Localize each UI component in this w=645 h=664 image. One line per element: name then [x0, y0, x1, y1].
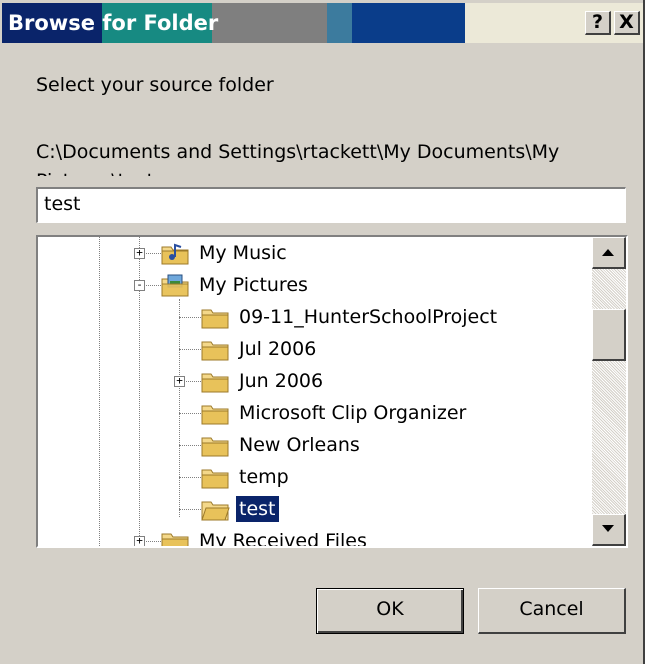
tree-item-microsoft-clip-organizer[interactable]: Microsoft Clip Organizer — [200, 398, 469, 428]
folder-icon — [160, 528, 190, 546]
tree-item-label-selected: test — [235, 495, 280, 523]
open-folder-icon — [200, 496, 230, 522]
selected-path-label: C:\Documents and Settings\rtackett\My Do… — [36, 141, 560, 176]
window-title: Browse for Folder — [8, 10, 218, 36]
arrow-up-icon — [602, 249, 614, 256]
tree-item-09-11-hunterschoolproject[interactable]: 09-11_HunterSchoolProject — [200, 302, 500, 332]
close-button[interactable]: X — [614, 11, 640, 35]
tree-item-label: temp — [239, 466, 289, 488]
tree-item-my-music[interactable]: My Music — [160, 238, 290, 268]
cancel-button[interactable]: Cancel — [478, 588, 626, 634]
tree-item-label: Microsoft Clip Organizer — [239, 402, 467, 424]
window-title-part1: Browse — [8, 11, 103, 35]
prompt-label: Select your source folder — [36, 74, 274, 96]
folder-tree[interactable]: + - + + My Music My Pictures 09-11_Hunte… — [36, 235, 628, 548]
tree-item-label: Jun 2006 — [239, 370, 324, 392]
scroll-thumb[interactable] — [592, 309, 626, 361]
folder-icon — [200, 464, 230, 490]
tree-item-new-orleans[interactable]: New Orleans — [200, 430, 363, 460]
folder-icon — [200, 336, 230, 362]
scroll-down-button[interactable] — [592, 514, 626, 546]
pictures-folder-icon — [160, 272, 190, 298]
tree-item-my-pictures[interactable]: My Pictures — [160, 270, 311, 300]
tree-item-label: 09-11_HunterSchoolProject — [239, 306, 498, 328]
music-folder-icon — [160, 240, 190, 266]
tree-item-test[interactable]: test — [200, 494, 280, 524]
folder-icon — [200, 400, 230, 426]
scroll-up-button[interactable] — [592, 237, 626, 269]
arrow-down-icon — [602, 525, 614, 532]
vertical-scrollbar[interactable] — [592, 237, 626, 546]
browse-for-folder-dialog: Browse for Folder ? X Select your source… — [0, 0, 645, 664]
tree-item-label: New Orleans — [239, 434, 360, 456]
window-title-part2: for Folder — [102, 11, 219, 35]
expand-my-received-files-icon[interactable]: + — [134, 535, 145, 546]
folder-name-input[interactable]: test — [36, 187, 626, 223]
folder-tree-view: + - + + My Music My Pictures 09-11_Hunte… — [38, 237, 592, 546]
tree-item-temp[interactable]: temp — [200, 462, 292, 492]
collapse-my-pictures-icon[interactable]: - — [134, 279, 145, 291]
tree-item-my-received-files[interactable]: My Received Files — [160, 526, 370, 546]
title-bar[interactable]: Browse for Folder ? X — [2, 3, 643, 43]
tree-item-label: My Received Files — [199, 530, 367, 546]
folder-icon — [200, 304, 230, 330]
expand-my-music-icon[interactable]: + — [134, 247, 145, 259]
tree-item-label: My Music — [199, 242, 287, 264]
tree-item-jun-2006[interactable]: Jun 2006 — [200, 366, 326, 396]
expand-jun-2006-icon[interactable]: + — [174, 375, 185, 387]
tree-item-label: Jul 2006 — [239, 338, 317, 360]
folder-icon — [200, 368, 230, 394]
folder-icon — [200, 432, 230, 458]
tree-item-label: My Pictures — [199, 274, 308, 296]
ok-button[interactable]: OK — [316, 588, 464, 634]
help-button[interactable]: ? — [585, 11, 611, 35]
tree-item-jul-2006[interactable]: Jul 2006 — [200, 334, 319, 364]
